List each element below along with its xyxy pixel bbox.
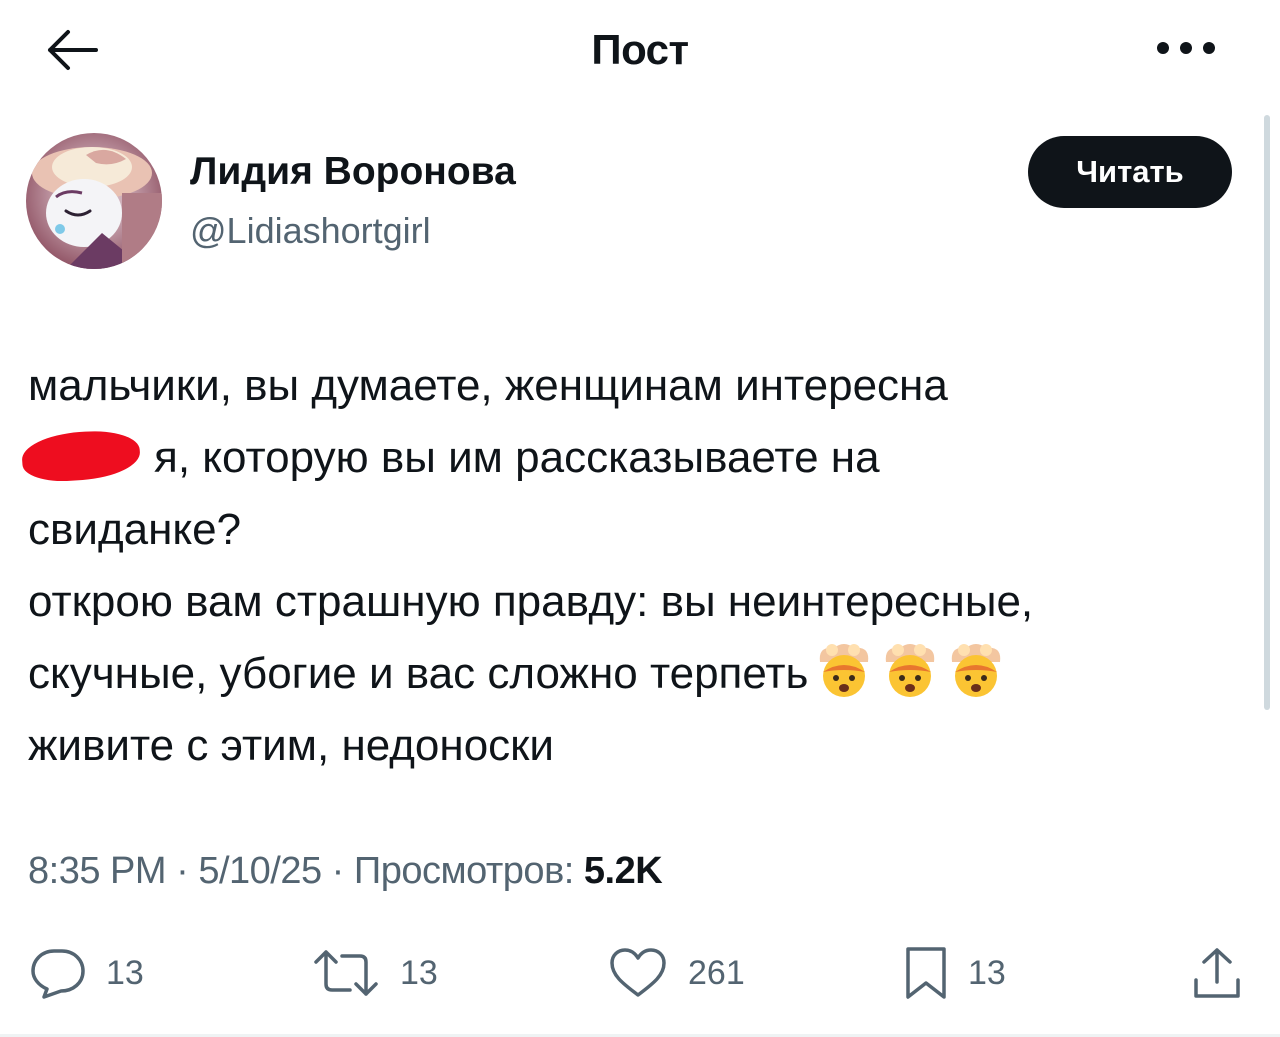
- share-icon: [1194, 948, 1240, 998]
- repost-count: 13: [400, 953, 438, 992]
- meta-separator: ·: [176, 850, 199, 892]
- share-button[interactable]: [1192, 945, 1242, 1001]
- author-name[interactable]: Лидия Воронова: [190, 150, 516, 194]
- tweet-line-text: скучные, убогие и вас сложно терпеть: [28, 649, 809, 698]
- views-label: Просмотров:: [353, 850, 574, 892]
- repost-icon: [314, 950, 378, 996]
- reply-button[interactable]: 13: [30, 945, 144, 1001]
- exploding-head-icon: [820, 644, 869, 697]
- page-title: Пост: [591, 26, 689, 73]
- avatar[interactable]: [26, 133, 162, 269]
- exploding-head-icon: [952, 644, 1001, 697]
- ellipsis-icon: [1157, 42, 1215, 54]
- follow-button[interactable]: Читать: [1028, 136, 1232, 208]
- tweet-line: мальчики, вы думаете, женщинам интересна: [28, 361, 948, 410]
- tweet-line: свиданке?: [28, 505, 242, 554]
- reply-count: 13: [106, 953, 144, 992]
- tweet-line-rest: я, которую вы им рассказываете на: [154, 433, 880, 482]
- tweet-line: живите с этим, недоноски: [28, 721, 555, 770]
- bookmark-button[interactable]: 13: [904, 945, 1006, 1001]
- heart-icon: [610, 948, 666, 997]
- meta-separator: ·: [331, 850, 354, 892]
- tweet-time[interactable]: 8:35 PM: [28, 850, 167, 892]
- more-button[interactable]: [1150, 28, 1222, 68]
- like-button[interactable]: 261: [608, 945, 745, 1001]
- tweet-date[interactable]: 5/10/25: [198, 850, 322, 892]
- like-count: 261: [688, 953, 745, 992]
- top-bar: Пост: [0, 0, 1280, 100]
- tweet-text: мальчики, вы думаете, женщинам интересна…: [20, 350, 1258, 782]
- reply-icon: [31, 949, 85, 999]
- exploding-head-icon: [886, 644, 935, 697]
- avatar-image: [26, 133, 162, 269]
- repost-button[interactable]: 13: [312, 945, 438, 1001]
- scrollbar[interactable]: [1264, 115, 1270, 710]
- post-page: Пост Лидия Воронова @Lidiashortgirl Чита…: [0, 0, 1280, 1037]
- tweet-line: скучные, убогие и вас сложно терпеть: [28, 638, 1258, 710]
- bookmark-count: 13: [968, 953, 1006, 992]
- tweet-meta: 8:35 PM · 5/10/25 · Просмотров: 5.2K: [28, 850, 663, 893]
- bookmark-icon: [906, 947, 946, 999]
- tweet-line: хя, которую вы им рассказываете на: [20, 422, 1258, 494]
- views-count: 5.2K: [583, 850, 663, 892]
- tweet-line: открою вам страшную правду: вы неинтерес…: [28, 577, 1034, 626]
- author-handle[interactable]: @Lidiashortgirl: [190, 210, 431, 252]
- redacted-word: х: [20, 422, 154, 494]
